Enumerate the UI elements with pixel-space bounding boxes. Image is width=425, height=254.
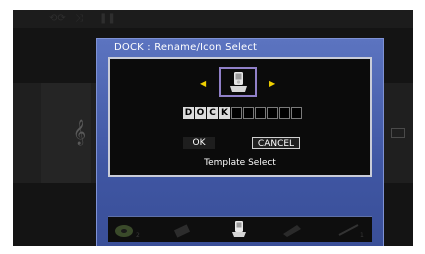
repeat-icon: ⟲⟳ — [49, 13, 66, 24]
name-char-empty[interactable] — [279, 107, 290, 119]
dialog-inner-panel: ◀ ▶ D O C K OK CANCEL Template Select — [108, 57, 372, 177]
name-char-empty[interactable] — [291, 107, 302, 119]
name-char[interactable]: D — [183, 107, 194, 119]
guitar-icon[interactable] — [336, 222, 362, 238]
keyboard-icon[interactable] — [281, 222, 303, 238]
disc-icon[interactable] — [114, 222, 138, 238]
name-char[interactable]: C — [207, 107, 218, 119]
music-note-icon: 𝄞 — [73, 120, 87, 145]
tv-screen: ⟲⟳ ⤨ ❚❚ 𝄞 29 DOCK : Rename/Icon Select ◀… — [13, 10, 413, 246]
dock-icon — [230, 72, 247, 92]
name-entry-field[interactable]: D O C K — [183, 107, 302, 119]
cancel-button[interactable]: CANCEL — [252, 137, 300, 149]
name-char-empty[interactable] — [243, 107, 254, 119]
selected-icon-box[interactable] — [219, 67, 257, 97]
strip-number: 2 — [136, 232, 140, 239]
list-icon — [391, 128, 405, 138]
dialog-title: DOCK : Rename/Icon Select — [114, 42, 258, 53]
name-char-empty[interactable] — [267, 107, 278, 119]
name-char[interactable]: K — [219, 107, 230, 119]
background-top-bar: ⟲⟳ ⤨ ❚❚ — [13, 10, 413, 28]
name-char-empty[interactable] — [255, 107, 266, 119]
dock-icon[interactable] — [229, 220, 249, 238]
arrow-left-icon[interactable]: ◀ — [200, 79, 206, 88]
rename-icon-dialog: DOCK : Rename/Icon Select ◀ ▶ D O C K OK… — [96, 38, 384, 246]
strip-number: 1 — [360, 232, 364, 239]
icon-selection-strip: 2 1 — [108, 216, 372, 242]
template-select-button[interactable]: Template Select — [110, 158, 370, 168]
cassette-icon[interactable] — [173, 222, 193, 238]
name-char[interactable]: O — [195, 107, 206, 119]
ok-button[interactable]: OK — [183, 137, 215, 149]
arrow-right-icon[interactable]: ▶ — [269, 79, 275, 88]
pause-icon: ❚❚ — [99, 13, 116, 24]
shuffle-icon: ⤨ — [75, 13, 83, 24]
name-char-empty[interactable] — [231, 107, 242, 119]
